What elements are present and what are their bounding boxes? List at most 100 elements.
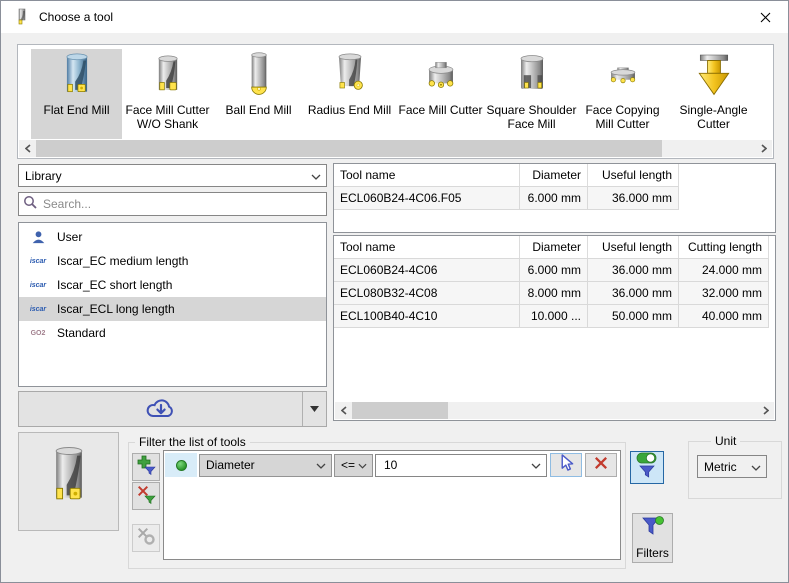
filter-list: Diameter <= [163,450,621,560]
tool-type-list: Flat End Mill Face Mill Cutter W/O Shank… [31,49,759,139]
scrollbar-thumb[interactable] [36,140,662,157]
chevron-down-icon [358,458,367,472]
filter-value-combo[interactable] [375,454,547,477]
square-shoulder-face-mill-icon [510,49,554,103]
select-filter-row-button[interactable] [550,453,582,477]
tool-type-face-mill-cutter-wo-shank[interactable]: Face Mill Cutter W/O Shank [122,49,213,139]
flat-end-mill-icon [55,49,99,103]
remove-filter-icon [136,484,156,509]
iscar-logo-icon: iscar [27,282,49,289]
column-header-diameter[interactable]: Diameter [520,164,588,187]
tool-type-single-angle-cutter[interactable]: Single-Angle Cutter [668,49,759,139]
tool-type-flat-end-mill[interactable]: Flat End Mill [31,49,122,139]
library-item-label: Iscar_EC medium length [57,254,188,268]
library-combo-value: Library [25,169,62,183]
cloud-download-icon [19,392,302,426]
iscar-logo-icon: iscar [27,258,49,265]
tool-strip-scrollbar[interactable] [19,140,772,157]
tool-type-label: Radius End Mill [308,103,391,117]
library-combo[interactable]: Library [18,164,327,187]
filters-button[interactable]: Filters [632,513,673,563]
library-item-iscar-ec-medium[interactable]: iscar Iscar_EC medium length [19,249,326,273]
table-cell[interactable]: 6.000 mm [520,187,588,210]
tool-type-face-mill-cutter[interactable]: Face Mill Cutter [395,49,486,139]
table-cell[interactable]: 36.000 mm [588,259,679,282]
table-cell[interactable]: 36.000 mm [588,282,679,305]
table-cell[interactable]: 32.000 mm [679,282,769,305]
library-item-iscar-ec-short[interactable]: iscar Iscar_EC short length [19,273,326,297]
filter-active-indicator[interactable] [165,453,197,477]
tool-type-ball-end-mill[interactable]: Ball End Mill [213,49,304,139]
table-cell[interactable]: 36.000 mm [588,187,679,210]
scroll-right-icon[interactable] [755,140,772,157]
table-cell[interactable]: 40.000 mm [679,305,769,328]
table-cell[interactable]: 8.000 mm [520,282,588,305]
tool-type-label: Single-Angle Cutter [668,103,759,131]
scroll-left-icon[interactable] [335,402,352,419]
library-item-user[interactable]: User [19,225,326,249]
cursor-arrow-icon [558,454,574,476]
go2-logo-icon: GO2 [27,330,49,337]
tool-type-label: Face Mill Cutter [398,103,482,117]
close-icon[interactable] [748,5,782,29]
table-cell[interactable]: ECL100B40-4C10 [334,305,520,328]
unit-combo[interactable]: Metric [697,455,767,478]
search-icon [23,195,37,214]
search-input[interactable] [41,196,322,212]
face-copying-mill-cutter-icon [601,49,645,103]
user-icon [27,230,49,245]
tool-type-strip: Flat End Mill Face Mill Cutter W/O Shank… [17,44,774,159]
scroll-right-icon[interactable] [757,402,774,419]
filter-value-input[interactable] [382,457,526,473]
scroll-left-icon[interactable] [19,140,36,157]
ball-end-mill-icon [237,49,281,103]
unlink-filter-button[interactable] [132,524,160,552]
table-cell[interactable]: ECL080B32-4C08 [334,282,520,305]
filter-field-combo[interactable]: Diameter [199,454,332,477]
tool-type-square-shoulder-face-mill[interactable]: Square Shoulder Face Mill [486,49,577,139]
tools-table-scrollbar[interactable] [335,402,774,419]
filter-enable-toggle-button[interactable] [630,451,664,484]
library-item-label: Standard [57,326,106,340]
tool-type-label: Ball End Mill [225,103,291,117]
face-mill-cutter-icon [419,49,463,103]
filter-operator-combo[interactable]: <= [334,454,373,477]
library-item-label: User [57,230,82,244]
unit-group: Unit Metric [688,441,782,499]
column-header-tool-name[interactable]: Tool name [334,236,520,259]
library-item-standard[interactable]: GO2 Standard [19,321,326,345]
filter-row[interactable]: Diameter <= [165,452,619,478]
remove-filter-button[interactable] [132,482,160,510]
unit-combo-value: Metric [704,460,737,474]
toggle-filter-icon [636,452,658,483]
selected-tool-table: Tool name Diameter Useful length ECL060B… [333,163,776,233]
library-item-iscar-ecl-long[interactable]: iscar Iscar_ECL long length [19,297,326,321]
table-cell[interactable]: 6.000 mm [520,259,588,282]
tool-type-radius-end-mill[interactable]: Radius End Mill [304,49,395,139]
delete-filter-row-button[interactable] [585,453,617,477]
column-header-tool-name[interactable]: Tool name [334,164,520,187]
download-options-dropdown[interactable] [302,392,326,426]
table-cell[interactable]: 10.000 ... [520,305,588,328]
download-library-button[interactable] [18,391,327,427]
tool-type-face-copying-mill-cutter[interactable]: Face Copying Mill Cutter [577,49,668,139]
table-cell[interactable]: ECL060B24-4C06.F05 [334,187,520,210]
filter-field-value: Diameter [206,458,255,472]
filter-operator-value: <= [341,458,355,472]
column-header-useful-length[interactable]: Useful length [588,236,679,259]
filter-funnel-icon [641,516,665,543]
column-header-useful-length[interactable]: Useful length [588,164,679,187]
library-item-label: Iscar_ECL long length [57,302,175,316]
table-cell[interactable]: 24.000 mm [679,259,769,282]
column-header-cutting-length[interactable]: Cutting length [679,236,769,259]
scrollbar-thumb[interactable] [352,402,448,419]
column-header-diameter[interactable]: Diameter [520,236,588,259]
add-filter-button[interactable] [132,453,160,481]
tool-preview-image [41,446,97,517]
table-cell[interactable]: 50.000 mm [588,305,679,328]
table-cell[interactable]: ECL060B24-4C06 [334,259,520,282]
tool-type-label: Face Mill Cutter W/O Shank [122,103,213,131]
iscar-logo-icon: iscar [27,306,49,313]
search-box[interactable] [18,192,327,216]
tool-type-label: Square Shoulder Face Mill [486,103,577,131]
